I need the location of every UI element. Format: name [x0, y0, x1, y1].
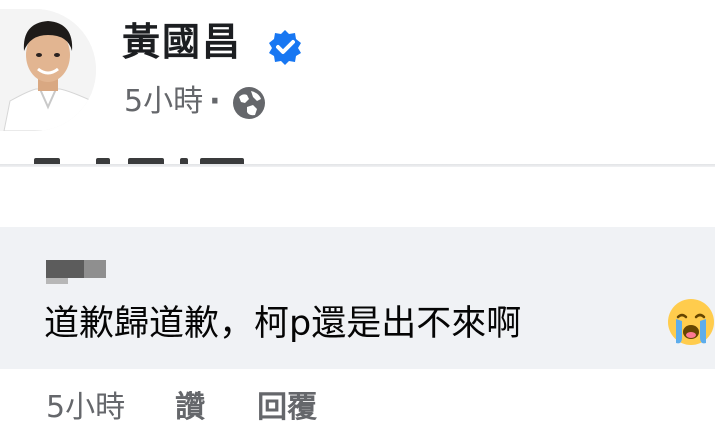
section-divider: [0, 164, 715, 167]
like-button[interactable]: 讚: [175, 388, 205, 428]
post-header: 黃國昌 5小時 ·: [0, 0, 715, 165]
avatar[interactable]: [0, 9, 96, 131]
reply-button[interactable]: 回覆: [257, 388, 317, 428]
comment-timestamp[interactable]: 5小時: [46, 388, 125, 428]
facebook-post-comment-view: 黃國昌 5小時 · 道歉歸道歉，柯p還是出不來啊 5小時 讚 回覆: [0, 0, 715, 445]
post-author-name[interactable]: 黃國昌: [122, 18, 242, 66]
globe-icon: [232, 87, 265, 119]
verified-badge-icon: [269, 30, 301, 65]
post-timestamp[interactable]: 5小時: [124, 82, 203, 122]
commenter-name-redacted[interactable]: [46, 260, 106, 284]
comment-actions: 5小時 讚 回覆: [46, 388, 317, 428]
meta-separator: ·: [209, 84, 221, 119]
loudly-crying-face-icon: [668, 299, 714, 345]
comment-text: 道歉歸道歉，柯p還是出不來啊: [44, 304, 522, 344]
post-meta: 5小時 ·: [124, 82, 267, 122]
clipped-text-fragment: [30, 150, 260, 170]
